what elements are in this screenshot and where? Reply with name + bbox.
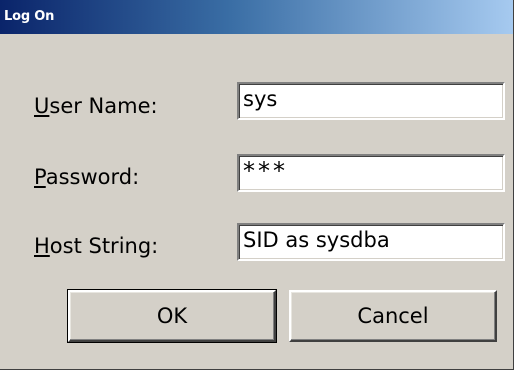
user-name-label: User Name: [34,94,158,118]
host-string-label-text: ost String: [49,234,159,258]
logon-dialog: Log On User Name: sys Password: *** Host… [0,0,514,370]
host-string-label-mnemonic: H [34,234,50,258]
window-title: Log On [4,9,55,24]
password-field[interactable]: *** [237,154,505,192]
user-name-label-text: ser Name: [49,94,158,118]
host-string-label: Host String: [34,234,158,258]
title-bar[interactable]: Log On [0,0,513,34]
password-label: Password: [34,165,139,189]
cancel-button[interactable]: Cancel [289,290,497,342]
password-label-text: assword: [45,165,140,189]
user-name-label-mnemonic: U [34,94,50,118]
host-string-field[interactable]: SID as sysdba [237,223,505,261]
ok-button[interactable]: OK [67,289,277,343]
user-name-field[interactable]: sys [237,82,505,120]
password-label-mnemonic: P [34,165,46,189]
